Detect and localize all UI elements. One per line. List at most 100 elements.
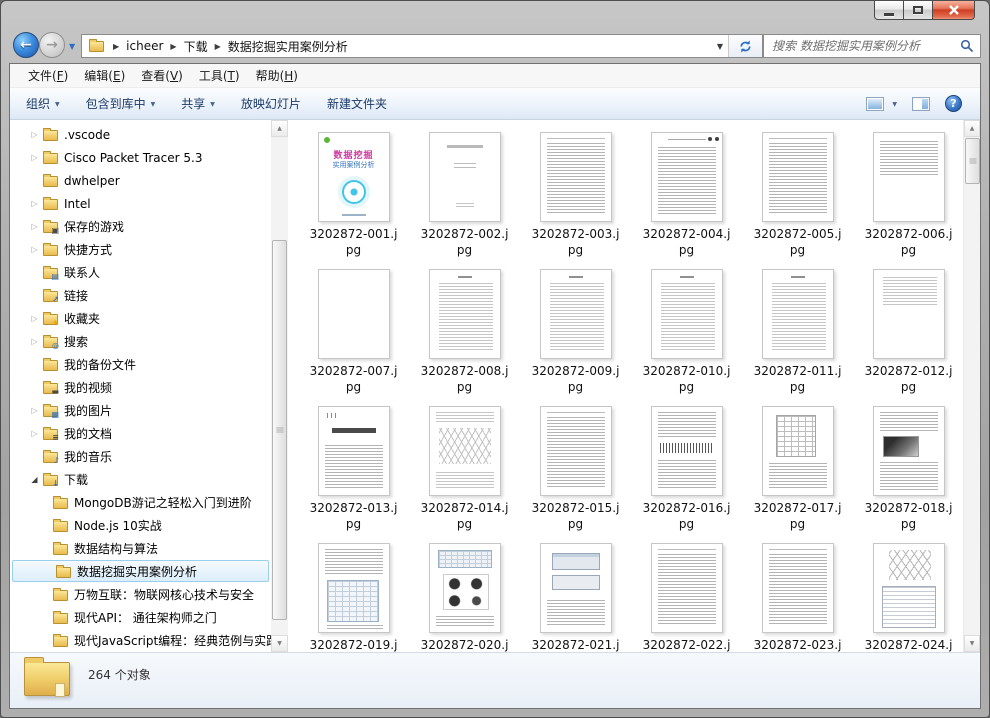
toolbar-item[interactable]: 放映幻灯片: [241, 95, 301, 112]
file-item[interactable]: 3202872-012.jpg: [853, 261, 964, 398]
scroll-down-icon[interactable]: ▼: [271, 635, 288, 652]
expander-icon[interactable]: ▷: [28, 245, 41, 254]
tree-item[interactable]: ▷快捷方式: [10, 238, 271, 261]
tree-item[interactable]: ▷◎搜索: [10, 330, 271, 353]
recent-pages-dropdown[interactable]: ▼: [69, 42, 75, 51]
tree-item[interactable]: 数据结构与算法: [10, 537, 271, 560]
file-item[interactable]: 3202872-016.jpg: [631, 398, 742, 535]
expander-icon[interactable]: ▷: [28, 429, 41, 438]
change-view-button[interactable]: ▼: [866, 97, 897, 111]
title-bar[interactable]: [1, 1, 989, 29]
expander-icon[interactable]: ▷: [28, 337, 41, 346]
address-dropdown-button[interactable]: ▼: [712, 35, 728, 57]
file-item[interactable]: 3202872-014.jpg: [409, 398, 520, 535]
scroll-up-icon[interactable]: ▲: [964, 120, 980, 137]
expander-icon[interactable]: ▷: [28, 314, 41, 323]
scroll-up-icon[interactable]: ▲: [271, 120, 288, 137]
close-button[interactable]: [932, 1, 975, 20]
main-scroll-thumb[interactable]: [965, 138, 980, 184]
file-item[interactable]: 数据挖掘实用案例分析3202872-001.jpg: [298, 124, 409, 261]
expander-icon[interactable]: ◢: [28, 475, 41, 484]
tree-item[interactable]: 我的备份文件: [10, 353, 271, 376]
sidebar-scrollbar[interactable]: ▲ ▼: [271, 120, 288, 652]
tree-item[interactable]: ▬我的视频: [10, 376, 271, 399]
tree-item[interactable]: ▷★收藏夹: [10, 307, 271, 330]
tree-item[interactable]: ▷▣保存的游戏: [10, 215, 271, 238]
expander-icon[interactable]: ▷: [28, 406, 41, 415]
thumbnail-detail: [772, 283, 826, 350]
breadcrumb-segment[interactable]: icheer: [126, 39, 163, 53]
file-item[interactable]: 3202872-018.jpg: [853, 398, 964, 535]
breadcrumb-segment[interactable]: 数据挖掘实用案例分析: [228, 38, 348, 55]
file-item[interactable]: 3202872-024.jpg: [853, 535, 964, 652]
search-input[interactable]: [764, 39, 960, 53]
expander-icon[interactable]: ▷: [28, 130, 41, 139]
forward-button[interactable]: →: [39, 32, 65, 58]
file-item[interactable]: 3202872-023.jpg: [742, 535, 853, 652]
address-bar[interactable]: ▶icheer▶下载▶数据挖掘实用案例分析 ▼: [81, 34, 763, 58]
thumbnail-detail: [436, 472, 494, 490]
preview-pane-button[interactable]: [912, 97, 930, 111]
search-icon[interactable]: [960, 39, 980, 53]
tree-item[interactable]: 数据挖掘实用案例分析: [12, 560, 269, 582]
tree-item[interactable]: ◢↓下载: [10, 468, 271, 491]
tree-item-label: dwhelper: [64, 174, 120, 188]
tree-item[interactable]: ↗链接: [10, 284, 271, 307]
toolbar-item[interactable]: 新建文件夹: [327, 95, 387, 112]
sidebar-scroll-thumb[interactable]: [272, 240, 287, 620]
file-item[interactable]: 3202872-013.jpg: [298, 398, 409, 535]
tree-item[interactable]: MongoDB游记之轻松入门到进阶: [10, 491, 271, 514]
menu-item[interactable]: 查看(V): [133, 67, 191, 84]
tree-item[interactable]: 现代API： 通往架构师之门: [10, 606, 271, 629]
back-button[interactable]: ←: [13, 32, 39, 58]
thumbnail-detail: [327, 580, 379, 622]
file-item[interactable]: 3202872-002.jpg: [409, 124, 520, 261]
file-item[interactable]: 3202872-020.jpg: [409, 535, 520, 652]
expander-icon[interactable]: ▷: [28, 222, 41, 231]
file-item[interactable]: 3202872-019.jpg: [298, 535, 409, 652]
file-item[interactable]: 3202872-017.jpg: [742, 398, 853, 535]
tree-item[interactable]: 现代JavaScript编程：经典范例与实践: [10, 629, 271, 652]
file-item[interactable]: 3202872-022.jpg: [631, 535, 742, 652]
file-item[interactable]: 3202872-004.jpg: [631, 124, 742, 261]
tree-item[interactable]: ▷Intel: [10, 192, 271, 215]
toolbar-item[interactable]: 包含到库中▼: [86, 95, 156, 112]
maximize-button[interactable]: [903, 1, 933, 20]
menu-item[interactable]: 文件(F): [20, 67, 76, 84]
expander-icon[interactable]: ▷: [28, 153, 41, 162]
tree-item[interactable]: 万物互联：物联网核心技术与安全: [10, 583, 271, 606]
file-item[interactable]: 3202872-005.jpg: [742, 124, 853, 261]
toolbar-item[interactable]: 组织▼: [26, 95, 60, 112]
tree-item[interactable]: ▷.vscode: [10, 123, 271, 146]
main-scrollbar[interactable]: ▲ ▼: [963, 120, 980, 652]
thumbnail-detail: [708, 137, 712, 141]
file-item[interactable]: 3202872-008.jpg: [409, 261, 520, 398]
toolbar-item[interactable]: 共享▼: [181, 95, 215, 112]
tree-item[interactable]: Node.js 10实战: [10, 514, 271, 537]
help-button[interactable]: ?: [945, 95, 962, 112]
file-item[interactable]: 3202872-021.jpg: [520, 535, 631, 652]
thumbnail-detail: [447, 145, 483, 148]
tree-item[interactable]: ▤联系人: [10, 261, 271, 284]
minimize-button[interactable]: [874, 1, 904, 20]
file-item[interactable]: 3202872-006.jpg: [853, 124, 964, 261]
tree-item[interactable]: dwhelper: [10, 169, 271, 192]
file-name: 3202872-003.jpg: [532, 226, 620, 258]
refresh-button[interactable]: [728, 35, 762, 57]
menu-item[interactable]: 工具(T): [191, 67, 248, 84]
menu-item[interactable]: 帮助(H): [248, 67, 306, 84]
file-item[interactable]: 3202872-003.jpg: [520, 124, 631, 261]
tree-item[interactable]: ▷Cisco Packet Tracer 5.3: [10, 146, 271, 169]
tree-item[interactable]: ▷≡我的文档: [10, 422, 271, 445]
scroll-down-icon[interactable]: ▼: [964, 635, 980, 652]
file-item[interactable]: 3202872-009.jpg: [520, 261, 631, 398]
expander-icon[interactable]: ▷: [28, 199, 41, 208]
breadcrumb-segment[interactable]: 下载: [184, 38, 208, 55]
file-item[interactable]: 3202872-007.jpg: [298, 261, 409, 398]
file-item[interactable]: 3202872-011.jpg: [742, 261, 853, 398]
tree-item[interactable]: ♪我的音乐: [10, 445, 271, 468]
menu-item[interactable]: 编辑(E): [76, 67, 133, 84]
file-item[interactable]: 3202872-010.jpg: [631, 261, 742, 398]
tree-item[interactable]: ▷▦我的图片: [10, 399, 271, 422]
file-item[interactable]: 3202872-015.jpg: [520, 398, 631, 535]
